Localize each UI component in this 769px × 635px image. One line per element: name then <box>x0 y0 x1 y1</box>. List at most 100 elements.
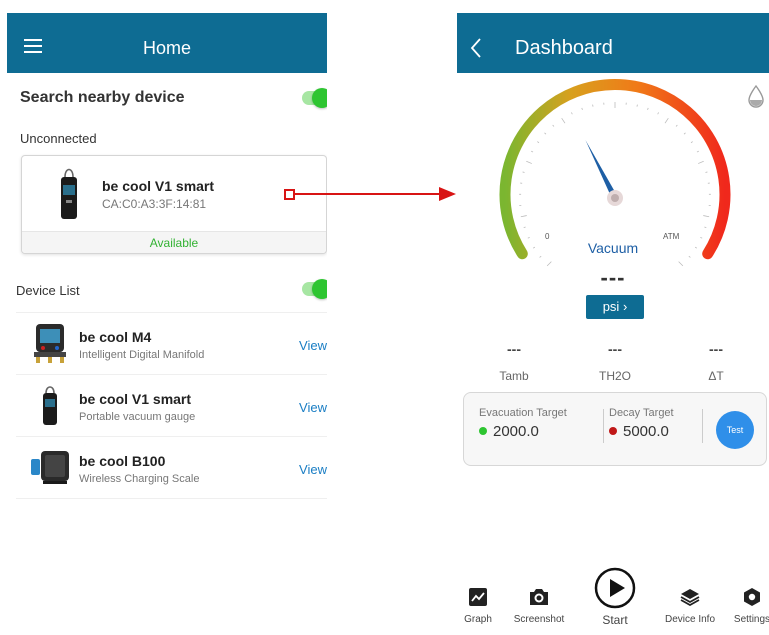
gauge-tick <box>581 107 583 110</box>
unconnected-section-label: Unconnected <box>20 131 97 146</box>
reading-th2o: --- TH2O <box>575 341 655 383</box>
gauge-tick <box>647 107 649 110</box>
gauge-tick <box>571 112 573 115</box>
gauge-tick <box>526 160 533 164</box>
water-drop-icon[interactable] <box>747 84 765 108</box>
evacuation-target-label: Evacuation Target <box>479 407 567 419</box>
reading-label: TH2O <box>598 369 631 383</box>
annotation-arrow-line <box>295 193 442 195</box>
gauge-label: Vacuum <box>587 240 639 256</box>
device-list-item-name: be cool M4 <box>79 329 152 345</box>
play-icon <box>594 567 636 609</box>
gauge-tick <box>527 236 530 239</box>
nav-screenshot-label: Screenshot <box>513 614 565 625</box>
home-screen: Home Search nearby device Unconnected be… <box>7 13 327 613</box>
gauge-tick <box>664 117 669 124</box>
test-button[interactable]: Test <box>716 411 754 449</box>
device-list-item-subtitle: Wireless Charging Scale <box>79 473 200 485</box>
reading-label: ΔT <box>708 369 724 383</box>
gauge-tick <box>675 124 678 127</box>
layers-icon <box>680 589 700 606</box>
settings-icon <box>744 588 760 606</box>
annotation-box <box>284 189 295 200</box>
device-list-item-subtitle: Portable vacuum gauge <box>79 411 196 423</box>
gauge-tick <box>561 117 566 124</box>
gauge-tick <box>520 215 527 218</box>
view-link[interactable]: View <box>299 462 327 477</box>
gauge-tick <box>700 236 703 239</box>
nav-start[interactable]: Start <box>580 567 650 627</box>
gauge-tick <box>539 255 542 258</box>
evacuation-target-value: 2000.0 <box>493 423 539 440</box>
device-list-item[interactable]: be cool M4 Intelligent Digital Manifold … <box>16 312 327 374</box>
reading-label: Tamb <box>499 369 529 383</box>
view-link[interactable]: View <box>299 338 327 353</box>
divider <box>702 409 703 443</box>
search-nearby-label: Search nearby device <box>20 89 185 106</box>
gauge-value: --- <box>600 265 626 290</box>
search-nearby-toggle[interactable] <box>302 88 327 108</box>
unconnected-device-card[interactable]: be cool V1 smart CA:C0:A3:3F:14:81 Avail… <box>21 155 327 254</box>
gauge-tick <box>523 226 526 229</box>
reading-value: --- <box>709 341 723 357</box>
nav-screenshot[interactable]: Screenshot <box>504 588 574 625</box>
reading-tamb: --- Tamb <box>474 341 554 383</box>
gauge-tick <box>522 171 525 173</box>
chevron-right-icon: › <box>622 299 628 314</box>
device-status: Available <box>22 231 326 253</box>
device-list-toggle[interactable] <box>302 279 327 299</box>
nav-device-info-label: Device Info <box>664 614 716 625</box>
gauge-tick <box>683 132 686 135</box>
annotation-arrow-head <box>439 187 456 201</box>
targets-panel: Evacuation Target 2000.0 Decay Target 50… <box>463 392 767 466</box>
gauge-tick <box>704 226 707 229</box>
nav-settings-label: Settings <box>733 614 769 625</box>
device-mac-address: CA:C0:A3:3F:14:81 <box>102 197 207 211</box>
gauge-tick <box>703 215 710 218</box>
gauge-tick <box>531 150 534 153</box>
camera-icon <box>530 589 548 605</box>
manifold-icon <box>34 324 66 363</box>
home-app-bar: Home <box>7 13 327 73</box>
vacuum-gauge-icon <box>43 386 57 425</box>
gauge-tick <box>705 171 708 173</box>
vacuum-gauge-icon <box>61 168 77 219</box>
decay-target-label: Decay Target <box>609 407 674 419</box>
back-arrow-icon[interactable] <box>469 37 483 59</box>
device-list-item-name: be cool B100 <box>79 453 166 469</box>
gauge-arc <box>499 78 731 260</box>
status-dot-green <box>479 427 487 435</box>
gauge-tick <box>544 132 547 135</box>
device-name: be cool V1 smart <box>102 178 215 194</box>
device-list-label: Device List <box>16 283 80 298</box>
reading-value: --- <box>608 341 622 357</box>
device-list-item-subtitle: Intelligent Digital Manifold <box>79 349 205 361</box>
gauge-tick <box>690 141 693 144</box>
home-title: Home <box>142 38 191 58</box>
decay-target-value: 5000.0 <box>623 423 669 440</box>
device-list-item-name: be cool V1 smart <box>79 391 192 407</box>
divider <box>603 409 604 443</box>
device-list-item[interactable]: be cool V1 smart Portable vacuum gauge V… <box>16 374 327 436</box>
nav-device-info[interactable]: Device Info <box>655 588 725 625</box>
unit-label: psi <box>602 299 620 314</box>
scale-icon <box>31 451 69 484</box>
decay-target[interactable]: Decay Target 5000.0 <box>609 407 674 440</box>
status-dot-red <box>609 427 617 435</box>
reading-delta-t: --- ΔT <box>676 341 756 383</box>
reading-value: --- <box>507 341 521 357</box>
nav-settings[interactable]: Settings <box>717 588 769 625</box>
gauge-hub-center <box>611 194 619 202</box>
device-list-item[interactable]: be cool B100 Wireless Charging Scale Vie… <box>16 436 327 498</box>
nav-start-label: Start <box>602 613 628 627</box>
dashboard-screen: Dashboard 0 ATM Vacuum --- psi › --- Tam… <box>457 13 769 635</box>
gauge-tick <box>537 141 540 144</box>
gauge-tick <box>696 150 699 153</box>
evacuation-target[interactable]: Evacuation Target 2000.0 <box>479 407 567 440</box>
unit-selector-button[interactable]: psi › <box>586 295 644 319</box>
dashboard-app-bar: Dashboard <box>457 13 769 73</box>
view-link[interactable]: View <box>299 400 327 415</box>
gauge-tick <box>697 160 704 164</box>
gauge-tick <box>657 112 659 115</box>
gauge-tick <box>552 124 555 127</box>
